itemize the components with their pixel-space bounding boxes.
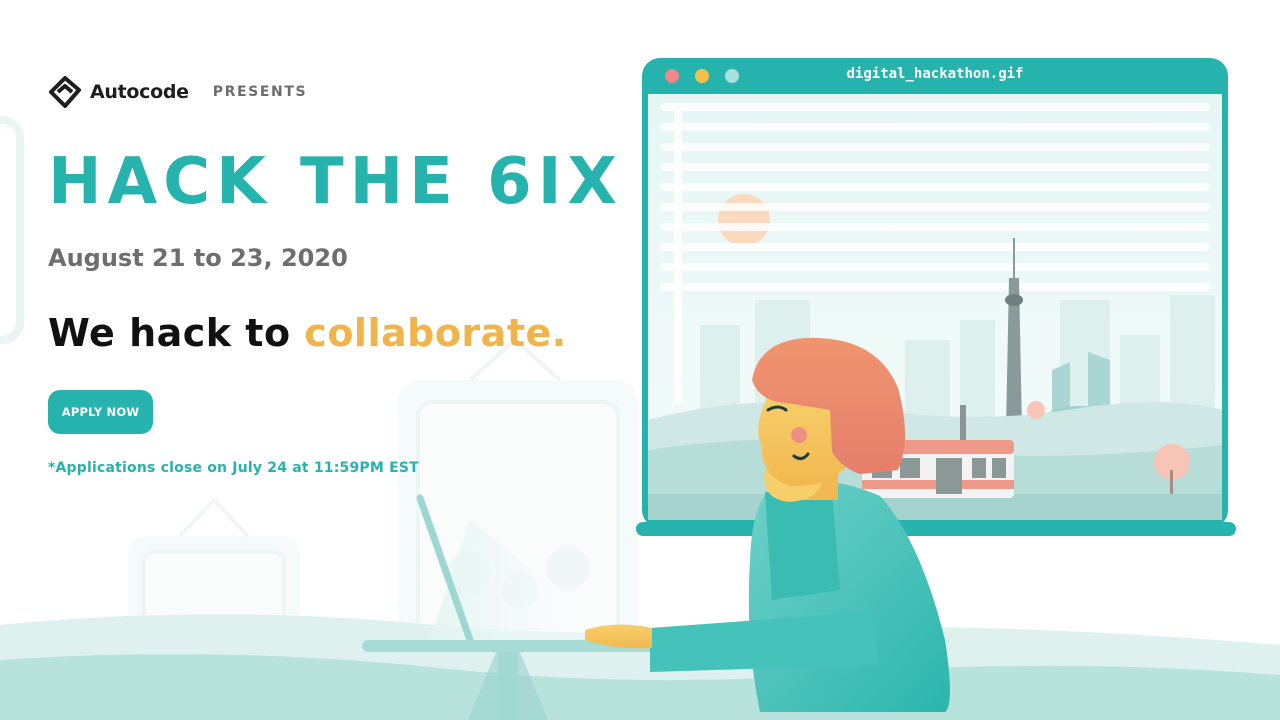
event-dates: August 21 to 23, 2020: [48, 244, 348, 272]
applications-deadline-note: *Applications close on July 24 at 11:59P…: [48, 460, 419, 476]
event-title: HACK THE 6IX: [48, 145, 623, 219]
tagline-prefix: We hack to: [48, 311, 305, 355]
window-title: digital_hackathon.gif: [846, 66, 1024, 82]
presents-label: PRESENTS: [212, 84, 308, 100]
window-dot-yellow: [695, 69, 709, 83]
apply-now-button[interactable]: APPLY NOW: [48, 390, 153, 434]
tagline-accent: collaborate.: [304, 311, 567, 355]
window-dot-mint: [725, 69, 739, 83]
brand-name: Autocode: [90, 81, 189, 103]
autocode-logo-icon: [49, 76, 81, 108]
hero-illustration: [0, 58, 1280, 720]
brand-header: Autocode PRESENTS: [48, 76, 307, 108]
illustration-window: [636, 58, 1236, 536]
event-tagline: We hack to collaborate.: [48, 308, 567, 358]
window-dot-red: [665, 69, 679, 83]
